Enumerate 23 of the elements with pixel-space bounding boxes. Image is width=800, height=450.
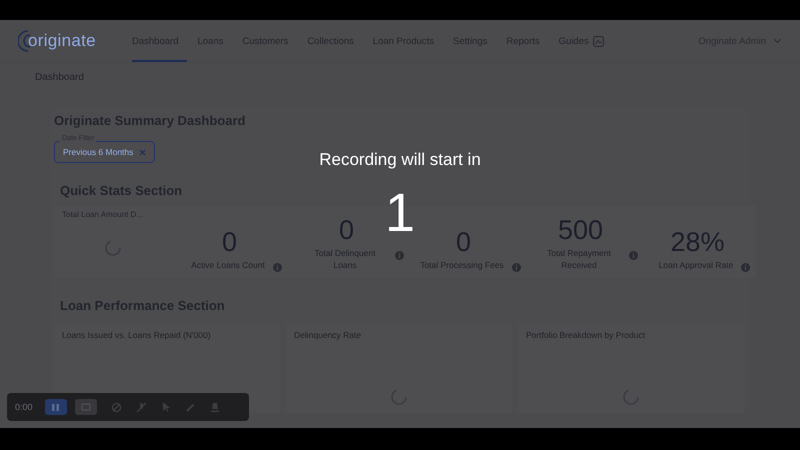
crossed-microphone-tool[interactable] (136, 402, 147, 412)
pause-icon (51, 402, 60, 412)
clear-icon (139, 148, 146, 156)
pointer-icon (160, 401, 171, 413)
field-value: Previous 6 Months (63, 147, 134, 157)
logo-text: originate (28, 31, 96, 51)
pause-button[interactable] (44, 399, 67, 415)
eraser-tool[interactable] (210, 402, 220, 412)
crossed-circle-icon (110, 402, 122, 412)
pen-icon (184, 402, 196, 412)
crossed-circle-tool[interactable] (110, 402, 122, 412)
camera-button[interactable] (74, 399, 97, 415)
crossed-microphone-icon (136, 402, 147, 412)
camera-icon (80, 403, 91, 411)
info-icon (741, 263, 750, 272)
pen-tool[interactable] (184, 402, 196, 412)
recording-message: Recording will start in (319, 150, 481, 170)
countdown-number: 1 (384, 186, 416, 240)
info-icon (272, 263, 282, 272)
eraser-icon (210, 402, 220, 412)
chevron-down-icon (773, 38, 782, 44)
timer: 0:00 (15, 402, 33, 412)
pointer-tool[interactable] (160, 401, 171, 413)
